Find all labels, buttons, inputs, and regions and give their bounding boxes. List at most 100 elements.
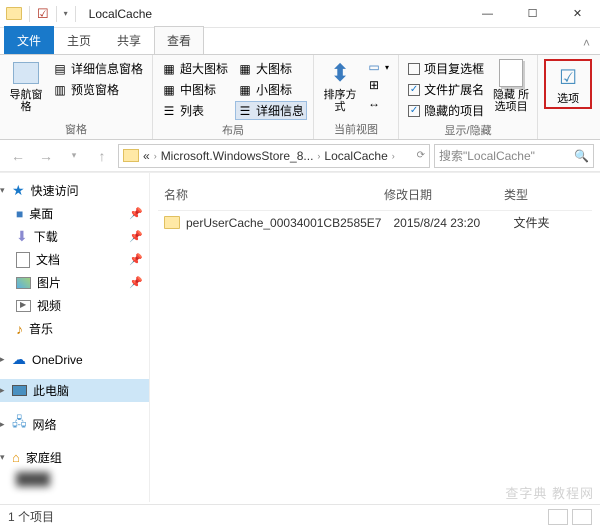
lg-icons-icon: ▦: [238, 62, 252, 76]
window-title: LocalCache: [89, 7, 152, 21]
close-button[interactable]: ✕: [555, 0, 600, 28]
folder-icon: [164, 216, 180, 229]
sidebar-item-music[interactable]: ♪音乐: [0, 317, 149, 340]
preview-pane-button[interactable]: ▥预览窗格: [50, 80, 146, 99]
sidebar-item-documents[interactable]: 文档📌: [0, 248, 149, 271]
sizecol-button[interactable]: ↔: [364, 95, 392, 111]
back-button[interactable]: ←: [6, 144, 30, 168]
star-icon: ★: [12, 182, 25, 199]
address-bar: ← → ▾ ↑ « › Microsoft.WindowsStore_8... …: [0, 140, 600, 172]
document-icon: [16, 252, 30, 268]
qat-dropdown-icon[interactable]: ▾: [64, 9, 68, 18]
hide-selected-button[interactable]: 隐藏 所选项目: [491, 59, 531, 113]
sidebar-network[interactable]: ▸🖧网络: [0, 410, 149, 438]
group-layout-label: 布局: [222, 122, 244, 138]
layout-xl-icons[interactable]: ▦超大图标: [159, 59, 231, 78]
breadcrumb[interactable]: LocalCache: [324, 149, 387, 163]
address-field[interactable]: « › Microsoft.WindowsStore_8... › LocalC…: [118, 144, 430, 168]
nav-sidebar: ▾★快速访问 ■桌面📌 ⬇下载📌 文档📌 图片📌 视频 ♪音乐 ▸☁OneDri…: [0, 173, 150, 502]
file-list: 名称 修改日期 类型 perUserCache_00034001CB2585E7…: [150, 173, 600, 502]
layout-list[interactable]: ☰列表: [159, 101, 231, 120]
sidebar-homegroup[interactable]: ▾⌂家庭组: [0, 446, 149, 469]
view-details-button[interactable]: [548, 509, 568, 525]
breadcrumb-overflow[interactable]: «: [143, 149, 150, 163]
checkbox-icon: ✓: [408, 84, 420, 96]
group-options: ☑ 选项: [538, 55, 598, 139]
ribbon-tabs: 文件 主页 共享 查看 ˄: [0, 28, 600, 54]
options-button[interactable]: ☑ 选项: [548, 63, 588, 105]
layout-md-icons[interactable]: ▦中图标: [159, 80, 231, 99]
up-button[interactable]: ↑: [90, 144, 114, 168]
sidebar-quick-access[interactable]: ▾★快速访问: [0, 179, 149, 202]
sidebar-item-downloads[interactable]: ⬇下载📌: [0, 225, 149, 248]
tab-view[interactable]: 查看: [154, 26, 204, 54]
tab-file[interactable]: 文件: [4, 26, 54, 54]
sort-button[interactable]: ⬍ 排序方式: [320, 59, 360, 113]
chk-extensions[interactable]: ✓文件扩展名: [405, 80, 487, 99]
chk-hidden-items[interactable]: ✓隐藏的项目: [405, 101, 487, 120]
col-type-header[interactable]: 类型: [498, 183, 592, 206]
download-icon: ⬇: [16, 228, 28, 245]
sidebar-item-videos[interactable]: 视频: [0, 294, 149, 317]
layout-sm-icons[interactable]: ▦小图标: [235, 80, 307, 99]
col-name-header[interactable]: 名称: [158, 183, 378, 206]
groupby-button[interactable]: ▭▾: [364, 59, 392, 75]
list-item[interactable]: perUserCache_00034001CB2585E7 2015/8/24 …: [158, 211, 592, 234]
nav-pane-icon: [13, 62, 39, 84]
col-date-header[interactable]: 修改日期: [378, 183, 498, 206]
hide-icon: [499, 59, 523, 87]
forward-button[interactable]: →: [34, 144, 58, 168]
options-highlight: ☑ 选项: [544, 59, 592, 109]
sidebar-onedrive[interactable]: ▸☁OneDrive: [0, 348, 149, 371]
group-panes: 导航窗格 ▤详细信息窗格 ▥预览窗格 窗格: [0, 55, 153, 139]
group-panes-label: 窗格: [65, 121, 87, 137]
sidebar-this-pc[interactable]: ▸此电脑: [0, 379, 149, 402]
tab-home[interactable]: 主页: [54, 26, 104, 54]
details-pane-button[interactable]: ▤详细信息窗格: [50, 59, 146, 78]
status-bar: 1 个项目: [0, 504, 600, 528]
cloud-icon: ☁: [12, 351, 26, 368]
group-layout: ▦超大图标 ▦中图标 ☰列表 ▦大图标 ▦小图标 ☰详细信息 布局: [153, 55, 314, 139]
layout-details[interactable]: ☰详细信息: [235, 101, 307, 120]
pin-icon: 📌: [129, 230, 143, 243]
addcol-button[interactable]: ⊞: [364, 77, 392, 93]
video-icon: [16, 300, 31, 312]
details-icon: ☰: [238, 104, 252, 118]
group-current-view: ⬍ 排序方式 ▭▾ ⊞ ↔ 当前视图: [314, 55, 399, 139]
view-thumbs-button[interactable]: [572, 509, 592, 525]
group-current-view-label: 当前视图: [334, 121, 378, 137]
sidebar-item-pictures[interactable]: 图片📌: [0, 271, 149, 294]
folder-icon: [123, 149, 139, 162]
checkbox-icon: ✓: [408, 105, 420, 117]
nav-pane-button[interactable]: 导航窗格: [6, 59, 46, 113]
network-icon: 🖧: [12, 413, 27, 435]
sidebar-item-desktop[interactable]: ■桌面📌: [0, 202, 149, 225]
item-count: 1 个项目: [8, 508, 54, 525]
maximize-button[interactable]: ☐: [510, 0, 555, 28]
qat-properties-icon[interactable]: ☑: [37, 6, 49, 22]
titlebar: ☑ ▾ LocalCache — ☐ ✕: [0, 0, 600, 28]
minimize-button[interactable]: —: [465, 0, 510, 28]
breadcrumb[interactable]: Microsoft.WindowsStore_8...: [161, 149, 314, 163]
pin-icon: 📌: [129, 276, 143, 289]
sm-icons-icon: ▦: [238, 83, 252, 97]
options-icon: ☑: [554, 63, 582, 91]
xl-icons-icon: ▦: [162, 62, 176, 76]
md-icons-icon: ▦: [162, 83, 176, 97]
group-show-hide: 项目复选框 ✓文件扩展名 ✓隐藏的项目 隐藏 所选项目 显示/隐藏: [399, 55, 538, 139]
recent-button[interactable]: ▾: [62, 144, 86, 168]
ribbon: 导航窗格 ▤详细信息窗格 ▥预览窗格 窗格 ▦超大图标 ▦中图标 ☰列表 ▦大图…: [0, 54, 600, 140]
pin-icon: 📌: [129, 253, 143, 266]
search-input[interactable]: 搜索"LocalCache" 🔍: [434, 144, 594, 168]
chk-item-boxes[interactable]: 项目复选框: [405, 59, 487, 78]
ribbon-collapse-icon[interactable]: ˄: [573, 32, 600, 54]
sidebar-item-redacted: ████: [0, 469, 149, 489]
checkbox-icon: [408, 63, 420, 75]
column-headers: 名称 修改日期 类型: [158, 179, 592, 211]
folder-icon[interactable]: [6, 7, 22, 20]
picture-icon: [16, 277, 31, 289]
layout-lg-icons[interactable]: ▦大图标: [235, 59, 307, 78]
tab-share[interactable]: 共享: [104, 26, 154, 54]
pin-icon: 📌: [129, 207, 143, 220]
sizecol-icon: ↔: [367, 96, 381, 110]
